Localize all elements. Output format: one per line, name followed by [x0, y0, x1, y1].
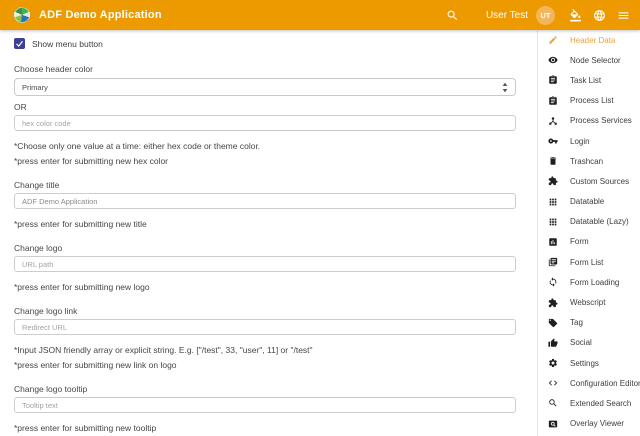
change-logo-link-label: Change logo link — [14, 306, 516, 316]
logo-tooltip-input[interactable] — [14, 397, 516, 413]
show-menu-checkbox[interactable] — [14, 38, 25, 49]
sidebar-item-label: Custom Sources — [570, 177, 629, 186]
sidebar-item-datatable-lazy[interactable]: Datatable (Lazy) — [538, 212, 640, 232]
sidebar-item-webscript[interactable]: Webscript — [538, 292, 640, 312]
chart-icon — [548, 237, 558, 247]
sidebar-nav: Header Data Node Selector Task List Process… — [537, 30, 640, 436]
hex-color-hint-1: *Choose only one value at a time: either… — [14, 141, 516, 151]
sidebar-item-form-list[interactable]: Form List — [538, 252, 640, 272]
loop-icon — [548, 277, 558, 287]
search-icon[interactable] — [446, 9, 459, 22]
sidebar-item-label: Header Data — [570, 36, 615, 45]
select-arrows-icon — [502, 82, 508, 93]
form-list-icon — [548, 257, 558, 267]
clipboard-icon — [548, 75, 558, 85]
logo-link-hint-1: *Input JSON friendly array or explicit s… — [14, 345, 516, 355]
user-name: User Test — [486, 10, 528, 21]
sidebar-item-social[interactable]: Social — [538, 333, 640, 353]
sidebar-item-label: Login — [570, 137, 590, 146]
sidebar-item-label: Form Loading — [570, 278, 619, 287]
sidebar-item-datatable[interactable]: Datatable — [538, 192, 640, 212]
sidebar-item-settings[interactable]: Settings — [538, 353, 640, 373]
sidebar-item-configuration-editor[interactable]: Configuration Editor — [538, 373, 640, 393]
sidebar-item-process-services[interactable]: Process Services — [538, 111, 640, 131]
sidebar-item-login[interactable]: Login — [538, 131, 640, 151]
app-header: ADF Demo Application User Test UT — [0, 0, 640, 30]
sidebar-item-extended-search[interactable]: Extended Search — [538, 393, 640, 413]
grid-icon — [548, 197, 558, 207]
sidebar-item-form-loading[interactable]: Form Loading — [538, 272, 640, 292]
header-color-select[interactable]: Primary — [14, 78, 516, 96]
tooltip-hint: *press enter for submitting new tooltip — [14, 423, 516, 433]
sidebar-item-tag[interactable]: Tag — [538, 313, 640, 333]
change-logo-label: Change logo — [14, 243, 516, 253]
hex-color-input[interactable] — [14, 115, 516, 131]
title-hint: *press enter for submitting new title — [14, 219, 516, 229]
app-title: ADF Demo Application — [39, 9, 162, 21]
logo-hint: *press enter for submitting new logo — [14, 282, 516, 292]
sidebar-item-label: Datatable — [570, 197, 604, 206]
hex-color-hint-2: *press enter for submitting new hex colo… — [14, 156, 516, 166]
user-avatar[interactable]: UT — [536, 6, 555, 25]
code-icon — [548, 378, 558, 388]
overlay-search-icon — [548, 419, 558, 429]
sidebar-item-task-list[interactable]: Task List — [538, 70, 640, 90]
clipboard-icon — [548, 96, 558, 106]
header-color-label: Choose header color — [14, 64, 516, 74]
header-data-panel: Show menu button Choose header color Pri… — [0, 30, 537, 436]
sidebar-item-label: Tag — [570, 318, 583, 327]
sidebar-item-label: Configuration Editor — [570, 379, 640, 388]
key-icon — [548, 136, 558, 146]
trash-icon — [548, 156, 558, 166]
gear-icon — [548, 358, 558, 368]
show-menu-checkbox-row[interactable]: Show menu button — [14, 37, 516, 50]
app-logo-icon[interactable] — [14, 7, 30, 23]
show-menu-label: Show menu button — [32, 39, 103, 49]
sidebar-item-label: Form — [570, 237, 589, 246]
sidebar-item-label: Process List — [570, 96, 614, 105]
sidebar-item-label: Settings — [570, 359, 599, 368]
sidebar-item-label: Webscript — [570, 298, 605, 307]
sidebar-item-node-selector[interactable]: Node Selector — [538, 50, 640, 70]
puzzle-icon — [548, 176, 558, 186]
puzzle-icon — [548, 298, 558, 308]
search-icon — [548, 398, 558, 408]
sidebar-item-label: Datatable (Lazy) — [570, 217, 629, 226]
sidebar-item-trashcan[interactable]: Trashcan — [538, 151, 640, 171]
logo-link-hint-2: *press enter for submitting new link on … — [14, 360, 516, 370]
tag-icon — [548, 318, 558, 328]
change-title-label: Change title — [14, 180, 516, 190]
edit-icon — [548, 35, 558, 45]
device-hub-icon — [548, 116, 558, 126]
sidebar-item-custom-sources[interactable]: Custom Sources — [538, 171, 640, 191]
grid-icon — [548, 217, 558, 227]
hamburger-menu-icon[interactable] — [617, 9, 630, 22]
sidebar-item-label: Process Services — [570, 116, 632, 125]
sidebar-item-overlay-viewer[interactable]: Overlay Viewer — [538, 414, 640, 434]
sidebar-item-form[interactable]: Form — [538, 232, 640, 252]
thumb-up-icon — [548, 338, 558, 348]
or-label: OR — [14, 102, 516, 112]
sidebar-item-label: Overlay Viewer — [570, 419, 624, 428]
sidebar-item-label: Task List — [570, 76, 601, 85]
sidebar-item-label: Social — [570, 338, 592, 347]
header-color-selected-value: Primary — [22, 83, 502, 92]
language-globe-icon[interactable] — [593, 9, 606, 22]
sidebar-item-label: Node Selector — [570, 56, 621, 65]
sidebar-item-label: Trashcan — [570, 157, 603, 166]
theme-color-fill-icon[interactable] — [569, 9, 582, 22]
change-logo-tooltip-label: Change logo tooltip — [14, 384, 516, 394]
sidebar-item-process-list[interactable]: Process List — [538, 91, 640, 111]
title-input[interactable] — [14, 193, 516, 209]
logo-url-input[interactable] — [14, 256, 516, 272]
eye-icon — [548, 55, 558, 65]
logo-link-input[interactable] — [14, 319, 516, 335]
sidebar-item-label: Extended Search — [570, 399, 631, 408]
sidebar-item-header-data[interactable]: Header Data — [538, 30, 640, 50]
sidebar-item-label: Form List — [570, 258, 603, 267]
